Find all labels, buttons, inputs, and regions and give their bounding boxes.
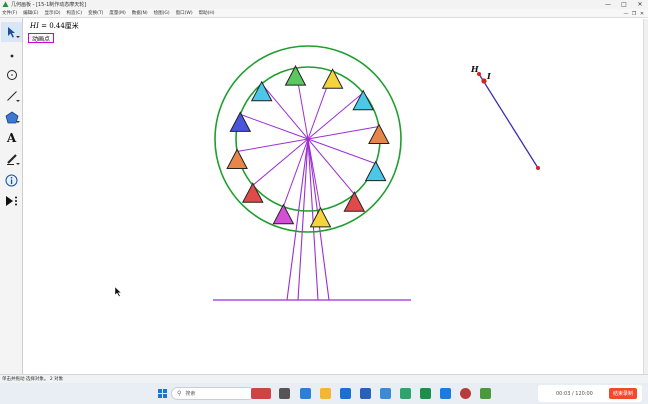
label-i: I [486,71,491,81]
cabin [272,203,295,225]
app-icon-avatar[interactable] [460,388,471,399]
taskbar: ⚲ 搜索 00:03 / 120:00 结束录制 [0,383,648,404]
cabin [343,191,366,212]
title-bar: 几何画板 - [15-1制作动态摩天轮] — □ ✕ [0,0,648,9]
app-icon [2,1,9,7]
taskbar-search[interactable]: ⚲ 搜索 [171,387,255,400]
search-icon: ⚲ [177,390,182,397]
menu-graph[interactable]: 绘图(G) [154,10,170,16]
doc-close-button[interactable]: ✕ [638,11,646,17]
stop-recording-button[interactable]: 结束录制 [608,388,637,399]
point-icon [10,54,13,58]
cabin [352,89,375,111]
doc-restore-button[interactable]: ❐ [630,11,638,17]
task-view-icon[interactable] [279,388,290,399]
windows-start-icon[interactable] [158,389,167,398]
point-i[interactable] [481,78,487,84]
measure-segment-name: HI [30,22,39,30]
menu-data[interactable]: 数据(N) [132,10,148,16]
sketch-canvas[interactable]: H I HI = 0.44厘米 动画点 [24,19,648,374]
text-tool[interactable]: A [1,128,22,148]
excel-icon[interactable] [420,388,431,399]
maximize-button[interactable]: □ [616,0,632,9]
menu-edit[interactable]: 编辑(E) [23,10,38,16]
measure-value: = 0.44 [38,22,65,30]
cabin [226,148,248,169]
recording-panel: 00:03 / 120:00 结束录制 [538,385,642,402]
menu-construct[interactable]: 构造(C) [66,10,82,16]
play-more-icon [5,196,17,206]
polygon-tool[interactable] [1,107,22,127]
straightedge-tool[interactable] [1,86,22,106]
info-tool[interactable] [1,170,22,190]
menu-help[interactable]: 帮助(H) [199,10,215,16]
arrow-icon [7,27,15,38]
spoke [237,138,309,152]
menu-bar: 文件(F) 编辑(E) 显示(D) 构造(C) 变换(T) 度量(M) 数据(N… [0,9,648,18]
spoke [307,126,379,140]
cabin [229,111,252,132]
status-bar: 单击并拖动 选择对象。 2 对象 [0,374,648,383]
menu-transform[interactable]: 变换(T) [88,10,103,16]
length-measurement[interactable]: HI = 0.44厘米 [30,21,79,31]
cabin [321,68,344,89]
toolbox: A [0,18,23,374]
doc-minimize-button[interactable]: — [622,11,630,17]
minimize-button[interactable]: — [600,0,616,9]
cabin [364,160,387,182]
edge-browser-icon[interactable] [300,388,311,399]
vertical-scrollbar[interactable] [643,19,648,374]
app-icon-docs[interactable] [440,388,451,399]
text-a-icon: A [6,131,17,145]
label-h: H [470,64,479,74]
menu-measure[interactable]: 度量(M) [109,10,125,16]
app-icon-green[interactable] [400,388,411,399]
recording-time: 00:03 / 120:00 [556,390,593,397]
search-placeholder: 搜索 [185,391,196,397]
mouse-cursor-icon [114,286,122,297]
ferris-wheel-drawing: H I [114,45,540,301]
compass-tool[interactable] [1,65,22,85]
menu-display[interactable]: 显示(D) [44,10,60,16]
outlook-icon[interactable] [340,388,351,399]
animate-point-button[interactable]: 动画点 [28,33,55,43]
segment-hi [478,73,539,169]
app-icon-blue[interactable] [380,388,391,399]
info-icon [5,174,18,186]
store-icon[interactable] [360,388,371,399]
menu-window[interactable]: 窗口(W) [176,10,193,16]
circle-icon [6,70,17,80]
file-explorer-icon[interactable] [320,388,331,399]
status-text: 单击并拖动 选择对象。 2 对象 [2,377,64,382]
close-button[interactable]: ✕ [632,0,648,9]
window-title: 几何画板 - [15-1制作动态摩天轮] [11,2,87,8]
measure-unit: 厘米 [64,22,79,30]
point-tool[interactable] [1,46,22,66]
widget-app-icon[interactable] [251,388,271,399]
custom-tool[interactable] [1,191,22,211]
menu-file[interactable]: 文件(F) [2,10,17,16]
geometry-app-icon[interactable] [480,388,491,399]
marker-tool[interactable] [1,149,22,169]
point-end[interactable] [536,166,540,170]
select-arrow-tool[interactable] [1,22,22,42]
